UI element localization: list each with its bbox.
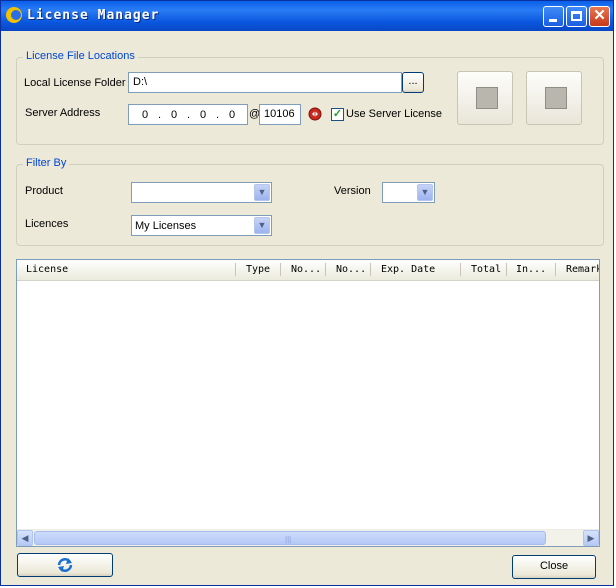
- product-label: Product: [25, 185, 63, 197]
- import-license-button[interactable]: [457, 71, 513, 125]
- local-license-folder-label: Local License Folder: [24, 77, 126, 89]
- title-bar[interactable]: License Manager ✕: [1, 1, 613, 31]
- scroll-right-icon[interactable]: ▶: [583, 530, 599, 546]
- export-license-button[interactable]: [526, 71, 582, 125]
- license-manager-window: License Manager ✕ License File Locations…: [0, 0, 614, 586]
- license-file-locations-group: License File Locations: [16, 50, 604, 145]
- import-license-icon: [476, 87, 498, 109]
- close-window-button[interactable]: ✕: [589, 6, 610, 27]
- column-in[interactable]: In...: [516, 264, 546, 275]
- license-file-locations-title: License File Locations: [23, 50, 138, 62]
- local-license-folder-input[interactable]: D:\: [128, 72, 402, 93]
- column-no-1[interactable]: No...: [291, 264, 321, 275]
- server-address-label: Server Address: [25, 107, 101, 119]
- export-license-icon: [545, 87, 567, 109]
- column-exp-date[interactable]: Exp. Date: [381, 264, 435, 275]
- licences-label: Licences: [25, 218, 69, 230]
- connect-server-icon[interactable]: [308, 107, 322, 121]
- version-select[interactable]: ▼: [382, 182, 435, 203]
- column-no-2[interactable]: No...: [336, 264, 366, 275]
- chevron-down-icon[interactable]: ▼: [417, 184, 433, 201]
- column-divider[interactable]: [325, 263, 326, 276]
- close-button[interactable]: Close: [512, 555, 596, 579]
- server-ip-input[interactable]: 0 . 0 . 0 . 0: [128, 104, 248, 125]
- refresh-icon: [57, 558, 73, 572]
- horizontal-scrollbar[interactable]: ◀ ||| ▶: [17, 529, 599, 546]
- column-divider[interactable]: [506, 263, 507, 276]
- refresh-button[interactable]: [17, 553, 113, 577]
- ip-dot-separator: .: [158, 109, 162, 121]
- column-divider[interactable]: [460, 263, 461, 276]
- version-label: Version: [334, 185, 371, 197]
- scrollbar-thumb[interactable]: |||: [34, 531, 546, 545]
- minimize-icon: [549, 19, 557, 22]
- grip-icon: |||: [285, 535, 292, 544]
- chevron-down-icon[interactable]: ▼: [254, 184, 270, 201]
- filter-by-group: Filter By: [16, 157, 604, 246]
- use-server-license-label: Use Server License: [346, 108, 442, 120]
- server-port-input[interactable]: 10106: [259, 104, 301, 125]
- maximize-icon: [571, 11, 582, 21]
- column-remark[interactable]: Remark: [566, 264, 599, 275]
- column-divider[interactable]: [280, 263, 281, 276]
- ip-octet-1: 0: [141, 109, 149, 121]
- licences-select[interactable]: My Licenses ▼: [131, 215, 272, 236]
- close-icon: ✕: [593, 7, 606, 24]
- filter-by-title: Filter By: [23, 157, 70, 169]
- scroll-left-icon[interactable]: ◀: [17, 530, 33, 546]
- ip-octet-2: 0: [170, 109, 178, 121]
- license-list[interactable]: License Type No... No... Exp. Date Total…: [16, 259, 600, 547]
- ip-dot-separator: .: [187, 109, 191, 121]
- ip-octet-3: 0: [199, 109, 207, 121]
- window-title: License Manager: [27, 8, 160, 23]
- column-divider[interactable]: [235, 263, 236, 276]
- column-divider[interactable]: [555, 263, 556, 276]
- licences-select-value: My Licenses: [135, 220, 197, 232]
- ip-dot-separator: .: [216, 109, 220, 121]
- app-logo-icon: [6, 7, 22, 23]
- column-divider[interactable]: [370, 263, 371, 276]
- column-license[interactable]: License: [26, 264, 68, 275]
- product-select[interactable]: ▼: [131, 182, 272, 203]
- column-total[interactable]: Total: [471, 264, 501, 275]
- ip-octet-4: 0: [228, 109, 236, 121]
- use-server-license-checkbox[interactable]: ✓: [331, 108, 344, 121]
- browse-folder-button[interactable]: ...: [402, 72, 424, 93]
- license-list-header: License Type No... No... Exp. Date Total…: [17, 260, 599, 281]
- maximize-button[interactable]: [566, 6, 587, 27]
- column-type[interactable]: Type: [246, 264, 270, 275]
- minimize-button[interactable]: [543, 6, 564, 27]
- chevron-down-icon[interactable]: ▼: [254, 217, 270, 234]
